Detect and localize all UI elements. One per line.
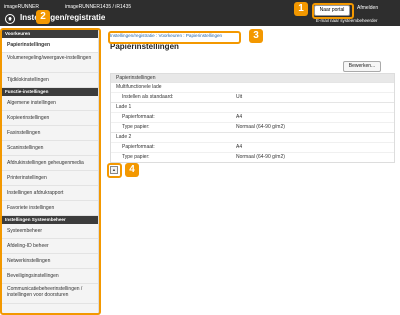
row-value: Normaal (64-90 g/m2): [236, 124, 285, 130]
row-value: A4: [236, 144, 243, 150]
row-value: Uit: [236, 94, 243, 100]
edit-button[interactable]: Bewerken...: [343, 61, 381, 72]
row-key: Instellen als standaard:: [122, 94, 174, 100]
device-model: imageRUNNER1435 / iR1435: [65, 4, 132, 10]
callout-2: 2: [36, 10, 50, 24]
panel-title: Papierinstellingen: [111, 74, 394, 82]
row-key: Type papier:: [122, 124, 150, 130]
row-paper-type: Type papier: Normaal (64-90 g/m2): [111, 122, 394, 132]
section-lade-1: Lade 1: [111, 102, 394, 112]
breadcrumb-highlight: [108, 31, 241, 44]
row-set-default: Instellen als standaard: Uit: [111, 92, 394, 102]
row-paper-format: Papierformaat: A4: [111, 142, 394, 152]
logout-link[interactable]: Afmelden: [357, 5, 378, 11]
row-key: Papierformaat:: [122, 144, 155, 150]
callout-4: 4: [125, 163, 139, 177]
row-value: Normaal (64-90 g/m2): [236, 154, 285, 160]
callout-3: 3: [249, 29, 263, 43]
row-paper-type: Type papier: Normaal (64-90 g/m2): [111, 152, 394, 162]
section-lade-2: Lade 2: [111, 132, 394, 142]
row-key: Type papier:: [122, 154, 150, 160]
sidebar-highlight: [0, 28, 101, 315]
home-icon[interactable]: [5, 14, 15, 24]
page-header-title: Instellingen/registratie: [20, 13, 106, 22]
row-paper-format: Papierformaat: A4: [111, 112, 394, 122]
row-key: Papierformaat:: [122, 114, 155, 120]
settings-panel: Papierinstellingen Multifunctionele lade…: [110, 73, 395, 163]
portal-highlight: [312, 3, 354, 19]
section-multi-tray: Multifunctionele lade: [111, 82, 394, 92]
row-value: A4: [236, 114, 243, 120]
device-name: imageRUNNER: [4, 4, 40, 10]
callout-1: 1: [294, 2, 308, 16]
to-top-highlight: [107, 163, 122, 178]
